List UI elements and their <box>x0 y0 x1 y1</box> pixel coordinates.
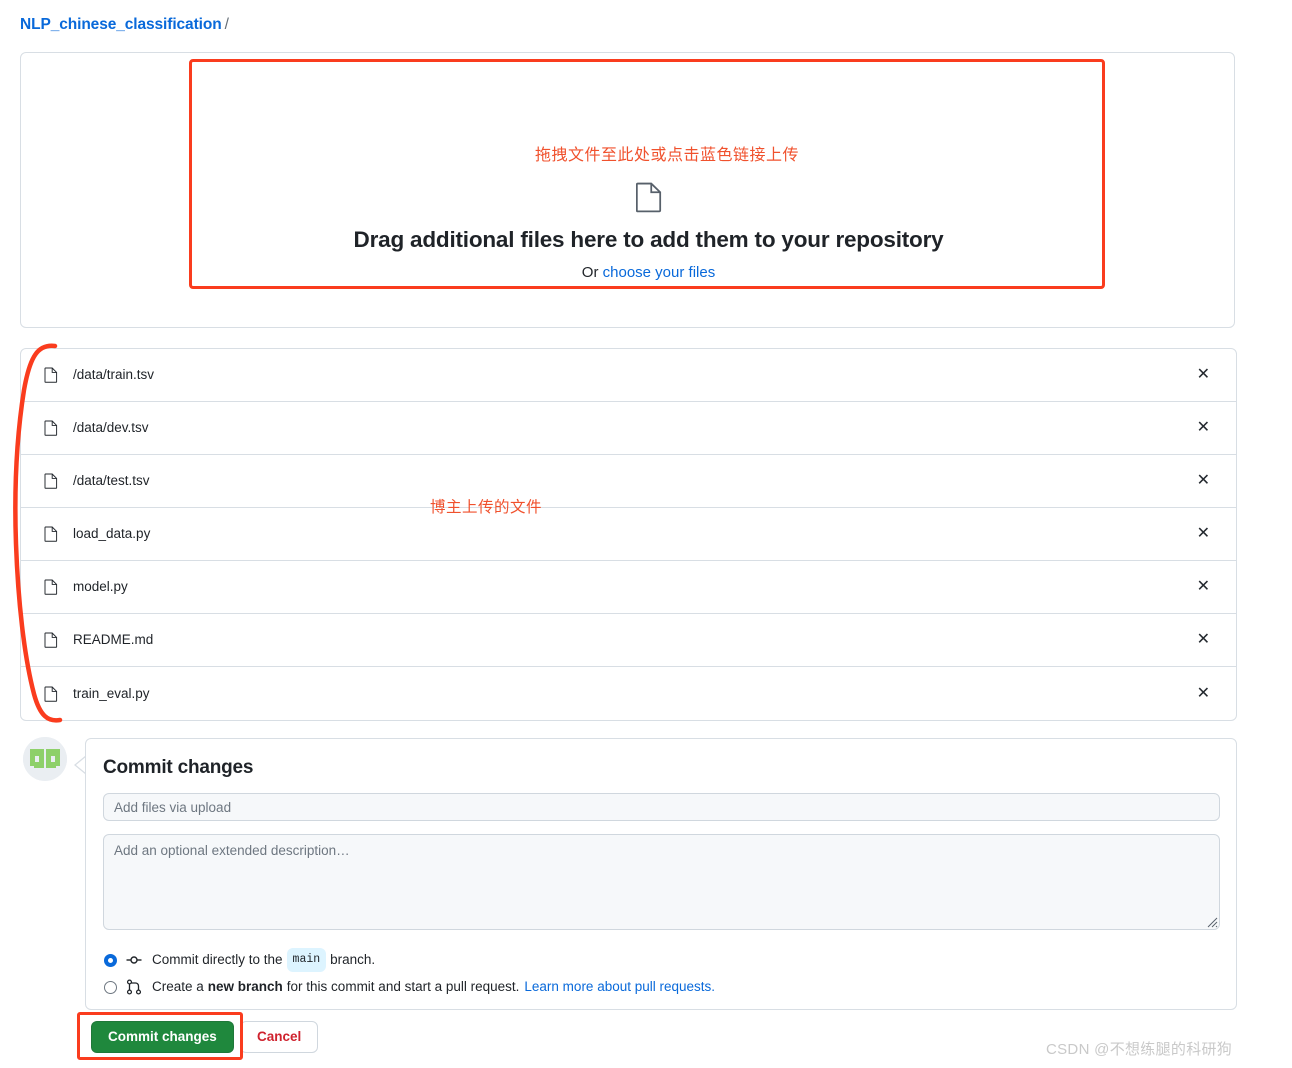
radio-direct-commit[interactable] <box>104 953 117 967</box>
dropzone-or-label: Or <box>581 264 599 281</box>
file-icon <box>44 420 58 436</box>
new-branch-bold: new branch <box>207 979 283 994</box>
radio-new-branch[interactable] <box>104 980 117 994</box>
file-icon <box>635 182 661 213</box>
file-list-item-name: /data/train.tsv <box>73 367 155 382</box>
dropzone-annotation-label: 拖拽文件至此处或点击蓝色链接上传 <box>534 147 799 164</box>
remove-file-button[interactable]: ✕ <box>1193 684 1214 704</box>
file-icon <box>44 526 58 542</box>
file-icon <box>44 632 58 648</box>
remove-file-button[interactable]: ✕ <box>1193 471 1214 491</box>
uploaded-file-list: /data/train.tsv ✕/data/dev.tsv ✕/data/test… <box>20 348 1237 721</box>
git-pull-request-icon <box>126 979 142 995</box>
file-icon <box>44 579 58 595</box>
file-list-item-name: /data/dev.tsv <box>73 420 149 435</box>
commit-description-input[interactable] <box>103 834 1220 930</box>
file-list-item: README.md ✕ <box>21 614 1236 667</box>
commit-changes-button[interactable]: Commit changes <box>91 1021 234 1053</box>
watermark: CSDN @不想练腿的科研狗 <box>1046 1041 1233 1058</box>
file-icon <box>44 473 58 489</box>
new-branch-text-after: for this commit and start a pull request… <box>286 979 520 994</box>
file-icon <box>44 367 58 383</box>
file-list-item: /data/test.tsv ✕ <box>21 455 1236 508</box>
commit-option-direct[interactable]: Commit directly to the main branch. <box>104 948 375 972</box>
commit-option-new-branch[interactable]: Create a new branch for this commit and … <box>104 977 715 997</box>
file-list-item: /data/train.tsv ✕ <box>21 349 1236 402</box>
breadcrumb-separator: / <box>224 16 229 33</box>
choose-your-files-link[interactable]: choose your files <box>603 264 716 281</box>
file-list-annotation-label: 博主上传的文件 <box>430 499 543 516</box>
commit-direct-text-before: Commit directly to the <box>152 952 283 967</box>
remove-file-button[interactable]: ✕ <box>1193 524 1214 544</box>
identicon-image <box>23 737 67 781</box>
dropzone-subtext: Or choose your files <box>21 264 1276 281</box>
breadcrumb: NLP_chinese_classification / <box>20 14 229 36</box>
file-list-item-name: model.py <box>73 579 128 594</box>
pull-request-learn-more-link[interactable]: Learn more about pull requests. <box>524 977 715 997</box>
remove-file-button[interactable]: ✕ <box>1193 630 1214 650</box>
file-list-item-name: train_eval.py <box>73 685 150 701</box>
commit-direct-text-after: branch. <box>330 952 376 967</box>
file-dropzone[interactable]: 拖拽文件至此处或点击蓝色链接上传 Drag additional files h… <box>20 52 1235 328</box>
file-list-item-name: load_data.py <box>73 526 151 541</box>
remove-file-button[interactable]: ✕ <box>1193 577 1214 597</box>
cancel-button[interactable]: Cancel <box>240 1021 319 1053</box>
file-list-item: train_eval.py ✕ <box>21 667 1236 720</box>
commit-message-input[interactable] <box>103 793 1220 821</box>
commit-panel-title: Commit changes <box>103 757 254 778</box>
file-icon <box>44 686 58 702</box>
file-list-item: model.py ✕ <box>21 561 1236 614</box>
dropzone-content: Drag additional files here to add them t… <box>21 181 1276 281</box>
remove-file-button[interactable]: ✕ <box>1193 365 1214 385</box>
file-list-item-name: /data/test.tsv <box>73 473 150 488</box>
remove-file-button[interactable]: ✕ <box>1193 418 1214 438</box>
breadcrumb-repo-link[interactable]: NLP_chinese_classification <box>20 16 222 33</box>
file-list-item-name: README.md <box>73 632 154 647</box>
file-list-item: load_data.py ✕ <box>21 508 1236 561</box>
branch-name-badge: main <box>286 948 327 972</box>
file-list-item: /data/dev.tsv ✕ <box>21 402 1236 455</box>
git-commit-icon <box>126 956 142 964</box>
avatar <box>23 737 67 781</box>
dropzone-headline: Drag additional files here to add them t… <box>353 227 944 252</box>
new-branch-text-before: Create a <box>152 979 204 994</box>
